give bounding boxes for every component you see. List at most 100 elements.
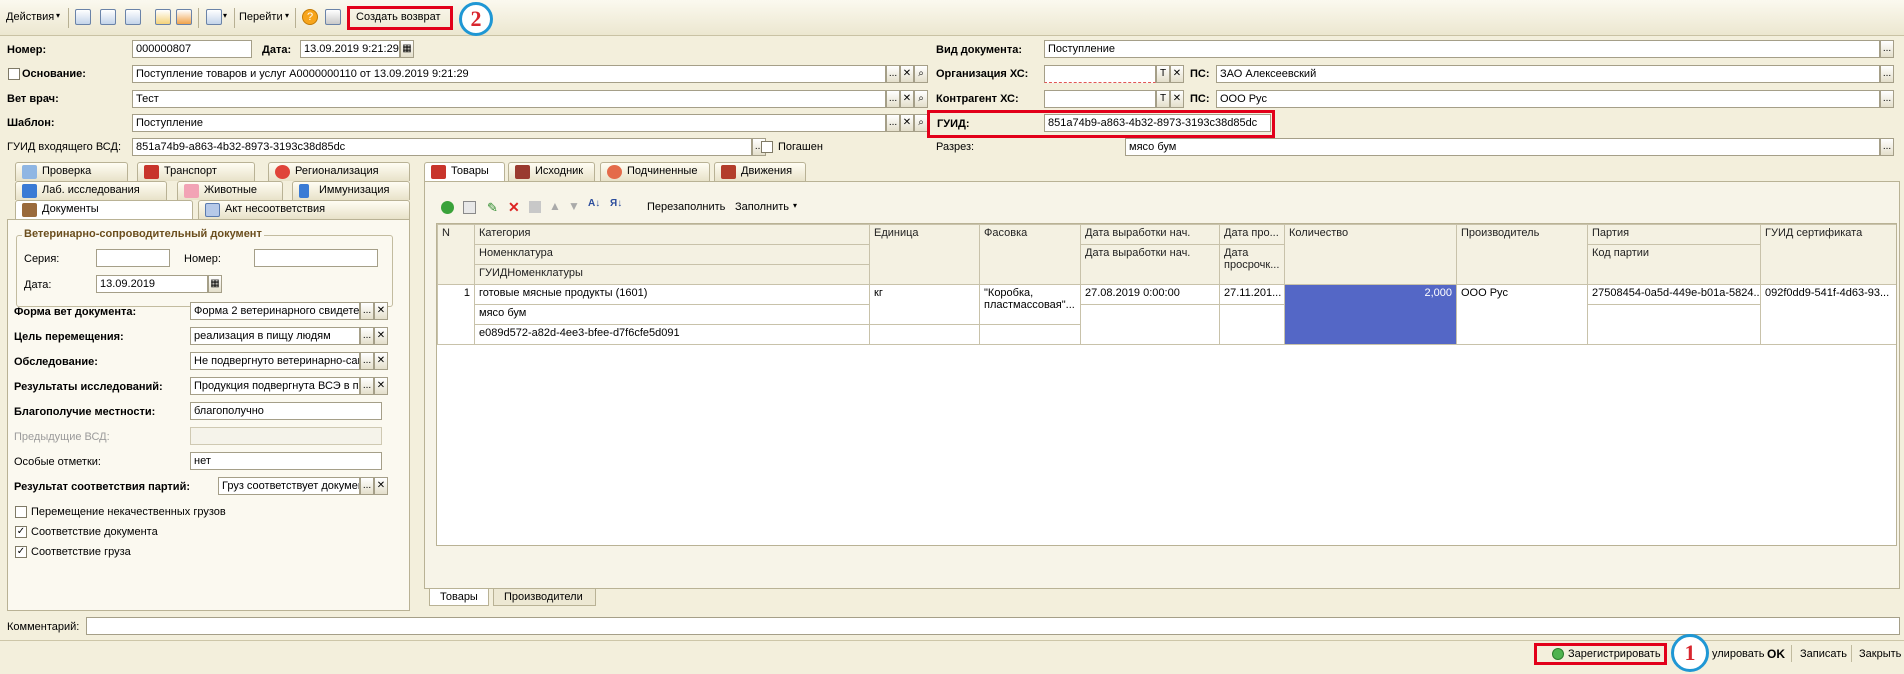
- select-button[interactable]: ...: [1880, 138, 1894, 156]
- open-icon[interactable]: ⌕: [914, 90, 928, 108]
- bottom-tab-makers[interactable]: Производители: [493, 589, 596, 606]
- guid-in-field[interactable]: 851a74b9-a863-4b32-8973-3193c38d85dc: [132, 138, 752, 156]
- header-unit[interactable]: Единица: [869, 224, 980, 285]
- cell-prod-start[interactable]: 27.08.2019 0:00:00: [1080, 284, 1220, 305]
- ok-button[interactable]: OK: [1767, 647, 1785, 661]
- cell-pack-2[interactable]: [979, 324, 1081, 345]
- header-prod-start-2[interactable]: Дата выработки нач.: [1080, 244, 1220, 285]
- clear-icon[interactable]: ✕: [1170, 65, 1184, 83]
- header-nomenclature[interactable]: Номенклатура: [474, 244, 870, 265]
- cell-prod-start-2[interactable]: [1080, 304, 1220, 345]
- tab-animals[interactable]: Животные: [177, 181, 283, 200]
- tab-goods[interactable]: Товары: [424, 162, 505, 181]
- cell-batch-code[interactable]: [1587, 304, 1761, 345]
- new-document-icon[interactable]: [155, 9, 171, 25]
- select-button[interactable]: ...: [360, 327, 374, 345]
- cargo-match-checkbox[interactable]: ✓: [15, 546, 27, 558]
- number-field[interactable]: 000000807: [132, 40, 252, 58]
- select-button[interactable]: ...: [360, 377, 374, 395]
- form-field[interactable]: Форма 2 ветеринарного свидетельства: [190, 302, 360, 320]
- move-up-icon[interactable]: ▲: [549, 199, 561, 213]
- header-pack[interactable]: Фасовка: [979, 224, 1081, 285]
- cell-pack[interactable]: "Коробка, пластмассовая"...: [979, 284, 1081, 325]
- contr-ps-field[interactable]: ООО Рус: [1216, 90, 1880, 108]
- org-ps-field[interactable]: ЗАО Алексеевский: [1216, 65, 1880, 83]
- header-prod-start[interactable]: Дата выработки нач.: [1080, 224, 1220, 245]
- cell-guid-nomenclature[interactable]: e089d572-a82d-4ee3-bfee-d7f6cfe5d091: [474, 324, 870, 345]
- copy-row-icon[interactable]: [463, 201, 476, 214]
- select-button[interactable]: ...: [360, 302, 374, 320]
- cell-unit-2[interactable]: [869, 324, 980, 345]
- cell-exp[interactable]: 27.11.201...: [1219, 284, 1285, 305]
- template-field[interactable]: Поступление: [132, 114, 886, 132]
- calendar-icon[interactable]: ▦: [400, 40, 414, 58]
- cancel-button[interactable]: улировать: [1712, 648, 1764, 660]
- sort-desc-icon[interactable]: Я↓: [610, 198, 622, 209]
- header-batch[interactable]: Партия: [1587, 224, 1761, 245]
- based-on-icon[interactable]: [206, 9, 222, 25]
- end-edit-icon[interactable]: [529, 201, 541, 213]
- tab-source[interactable]: Исходник: [508, 162, 595, 181]
- tab-check[interactable]: Проверка: [15, 162, 128, 181]
- clear-icon[interactable]: ✕: [374, 477, 388, 495]
- type-button[interactable]: T: [1156, 90, 1170, 108]
- edit-icon[interactable]: ✎: [487, 200, 498, 216]
- header-cert[interactable]: ГУИД сертификата: [1760, 224, 1896, 285]
- tab-act[interactable]: Акт несоответствия: [198, 200, 410, 219]
- close-button[interactable]: Закрыть: [1859, 648, 1901, 660]
- tab-sub[interactable]: Подчиненные: [600, 162, 710, 181]
- select-button[interactable]: ...: [1880, 90, 1894, 108]
- clear-icon[interactable]: ✕: [900, 90, 914, 108]
- edit-document-icon[interactable]: [176, 9, 192, 25]
- cell-cert[interactable]: 092f0dd9-541f-4d63-93...: [1760, 284, 1896, 345]
- actions-menu[interactable]: Действия: [6, 11, 54, 23]
- select-button[interactable]: ...: [360, 477, 374, 495]
- calendar-icon[interactable]: ▦: [208, 275, 222, 293]
- tab-moves[interactable]: Движения: [714, 162, 806, 181]
- select-button[interactable]: ...: [1880, 40, 1894, 58]
- notes-field[interactable]: нет: [190, 452, 382, 470]
- open-icon[interactable]: ⌕: [914, 65, 928, 83]
- series-field[interactable]: [96, 249, 170, 267]
- date-field[interactable]: 13.09.2019 9:21:29: [300, 40, 400, 58]
- cell-qty[interactable]: 2,000: [1284, 284, 1457, 345]
- doc-type-field[interactable]: Поступление: [1044, 40, 1880, 58]
- purpose-field[interactable]: реализация в пищу людям: [190, 327, 360, 345]
- basis-checkbox[interactable]: [8, 68, 20, 80]
- basis-field[interactable]: Поступление товаров и услуг А0000000110 …: [132, 65, 886, 83]
- match-field[interactable]: Груз соответствует документам: [218, 477, 360, 495]
- clear-icon[interactable]: ✕: [374, 377, 388, 395]
- vsd-number-field[interactable]: [254, 249, 378, 267]
- refill-button[interactable]: Перезаполнить: [647, 201, 725, 213]
- type-button[interactable]: T: [1156, 65, 1170, 83]
- wellbeing-field[interactable]: благополучно: [190, 402, 382, 420]
- add-icon[interactable]: [441, 201, 454, 214]
- header-exp[interactable]: Дата про...: [1219, 224, 1285, 245]
- print-icon[interactable]: [325, 9, 341, 25]
- org-field[interactable]: [1044, 65, 1156, 83]
- cell-maker[interactable]: ООО Рус: [1456, 284, 1588, 345]
- doc-match-checkbox[interactable]: ✓: [15, 526, 27, 538]
- bottom-tab-goods[interactable]: Товары: [429, 589, 489, 606]
- results-field[interactable]: Продукция подвергнута ВСЭ в полном объём…: [190, 377, 360, 395]
- help-icon[interactable]: ?: [302, 9, 318, 25]
- cell-exp-2[interactable]: [1219, 304, 1285, 345]
- cell-unit[interactable]: кг: [869, 284, 980, 325]
- clear-icon[interactable]: ✕: [374, 302, 388, 320]
- tab-immun[interactable]: Иммунизация: [292, 181, 410, 200]
- clear-icon[interactable]: ✕: [1170, 90, 1184, 108]
- exam-field[interactable]: Не подвергнуто ветеринарно-санитарному: [190, 352, 360, 370]
- header-batch-code[interactable]: Код партии: [1587, 244, 1761, 285]
- post-close-icon[interactable]: [100, 9, 116, 25]
- fill-button[interactable]: Заполнить: [735, 201, 789, 213]
- clear-icon[interactable]: ✕: [374, 352, 388, 370]
- guid-field[interactable]: 851a74b9-a863-4b32-8973-3193c38d85dc: [1044, 114, 1271, 132]
- header-maker[interactable]: Производитель: [1456, 224, 1588, 285]
- header-qty[interactable]: Количество: [1284, 224, 1457, 285]
- bad-goods-checkbox[interactable]: [15, 506, 27, 518]
- table-row[interactable]: 1 готовые мясные продукты (1601) кг "Кор…: [437, 284, 1896, 345]
- header-guid-nomenclature[interactable]: ГУИДНоменклатуры: [474, 264, 870, 285]
- vsd-date-field[interactable]: 13.09.2019: [96, 275, 208, 293]
- select-button[interactable]: ...: [1880, 65, 1894, 83]
- register-button[interactable]: Зарегистрировать: [1568, 648, 1661, 660]
